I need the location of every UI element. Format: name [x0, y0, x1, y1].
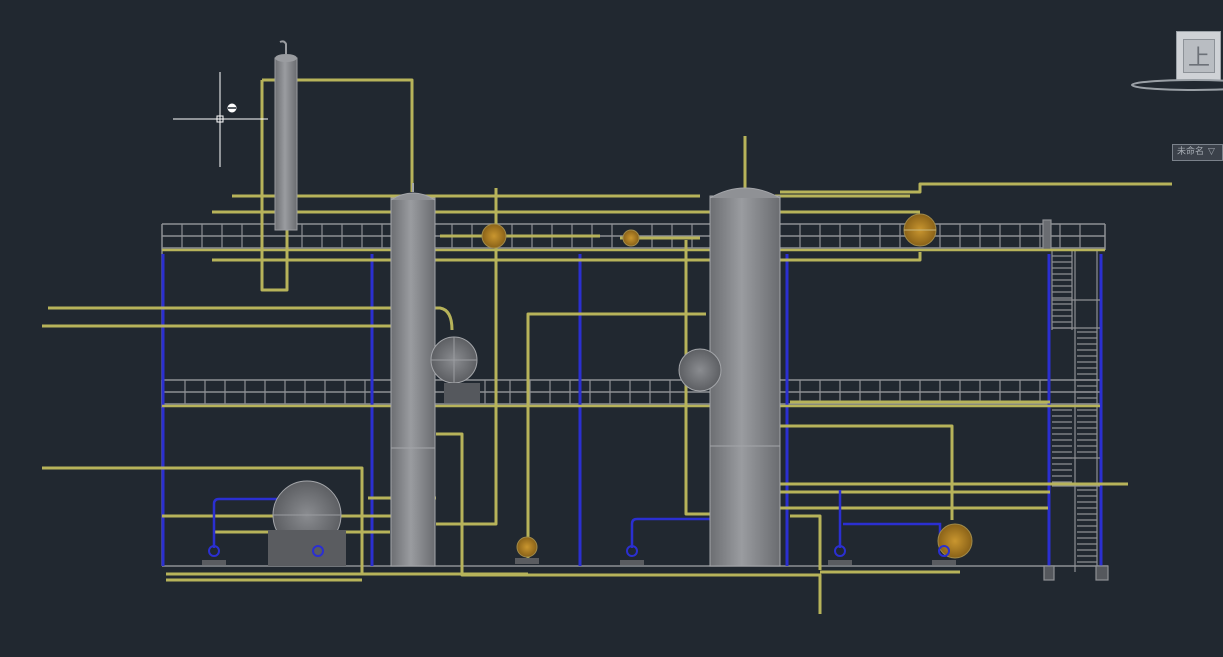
- valve-1: [481, 223, 507, 249]
- process-pipes: [42, 78, 1172, 614]
- valve-3: [903, 213, 937, 247]
- reflux-drum-2: [678, 348, 722, 392]
- crosshair-cursor-icon: [173, 72, 268, 167]
- drawing-canvas[interactable]: [0, 0, 1223, 657]
- compass-ring-icon[interactable]: [1130, 76, 1223, 92]
- reboiler-drum: [268, 480, 346, 566]
- distillation-column-1: [390, 183, 436, 567]
- dropdown-arrow-icon: ▽: [1208, 147, 1215, 157]
- pump-5: [937, 523, 973, 559]
- viewcube-icon[interactable]: 上: [1130, 28, 1223, 96]
- valve-2: [622, 229, 640, 247]
- distillation-column-2: [709, 187, 781, 567]
- stair-tower: [1042, 219, 1109, 581]
- ucs-menu-label: 未命名: [1177, 147, 1205, 157]
- middle-platform: [161, 379, 1100, 408]
- viewcube-face[interactable]: 上: [1176, 31, 1221, 81]
- reflux-drum-1: [430, 336, 480, 403]
- platform-beams: [162, 248, 1105, 408]
- stripper-column: [274, 40, 298, 231]
- ucs-menu[interactable]: 未命名 ▽: [1172, 144, 1223, 161]
- viewcube-top-label[interactable]: 上: [1183, 39, 1215, 73]
- pump-4: [515, 536, 539, 564]
